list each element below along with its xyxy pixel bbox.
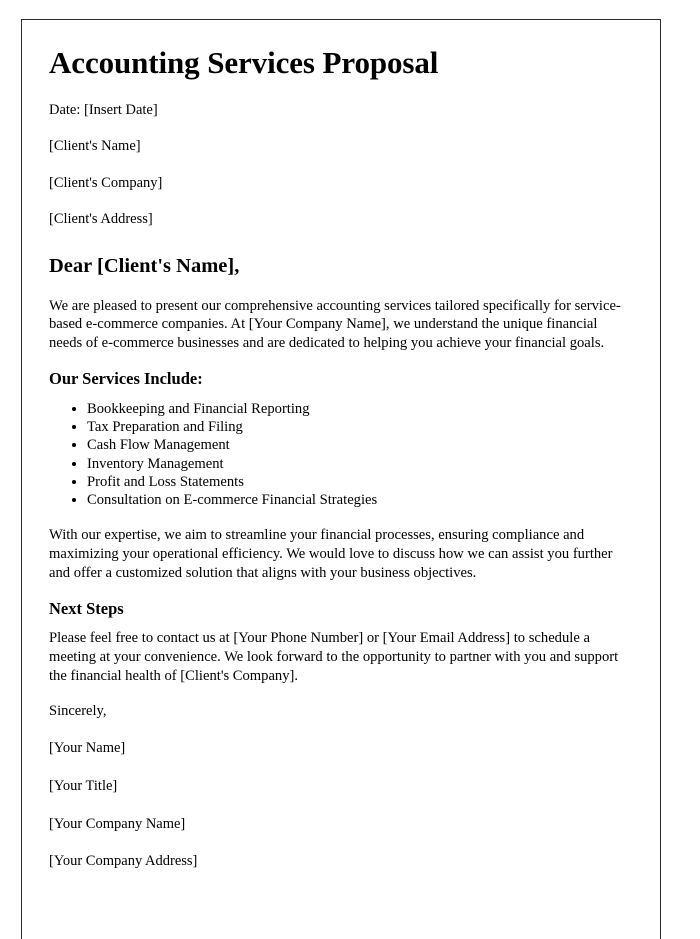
signature-company-name: [Your Company Name] xyxy=(49,815,186,832)
signature-company-address: [Your Company Address] xyxy=(49,853,198,870)
list-item: Cash Flow Management xyxy=(87,436,632,454)
document-body: Accounting Services Proposal Date: [Inse… xyxy=(22,20,660,872)
services-list: Bookkeeping and Financial Reporting Tax … xyxy=(49,400,632,509)
list-item: Bookkeeping and Financial Reporting xyxy=(87,400,632,418)
page-title: Accounting Services Proposal xyxy=(49,45,439,80)
client-name-line: [Client's Name] xyxy=(49,138,141,155)
expertise-paragraph: With our expertise, we aim to streamline… xyxy=(49,527,613,581)
next-steps-heading: Next Steps xyxy=(49,598,124,618)
salutation: Dear [Client's Name], xyxy=(49,254,240,277)
closing-line: Sincerely, xyxy=(49,702,107,719)
list-item: Consultation on E-commerce Financial Str… xyxy=(87,491,632,509)
client-address-line: [Client's Address] xyxy=(49,211,153,228)
next-steps-paragraph: Please feel free to contact us at [Your … xyxy=(49,630,619,685)
document-sheet: Accounting Services Proposal Date: [Inse… xyxy=(21,19,661,939)
intro-paragraph: We are pleased to present our comprehens… xyxy=(49,297,621,352)
page-canvas: Accounting Services Proposal Date: [Inse… xyxy=(0,0,700,939)
list-item: Profit and Loss Statements xyxy=(87,473,632,491)
signature-your-title: [Your Title] xyxy=(49,778,118,794)
list-item: Inventory Management xyxy=(87,455,632,473)
services-heading: Our Services Include: xyxy=(49,369,203,388)
date-line: Date: [Insert Date] xyxy=(49,101,158,118)
client-company-line: [Client's Company] xyxy=(49,174,163,191)
list-item: Tax Preparation and Filing xyxy=(87,418,632,436)
signature-your-name: [Your Name] xyxy=(49,740,126,757)
